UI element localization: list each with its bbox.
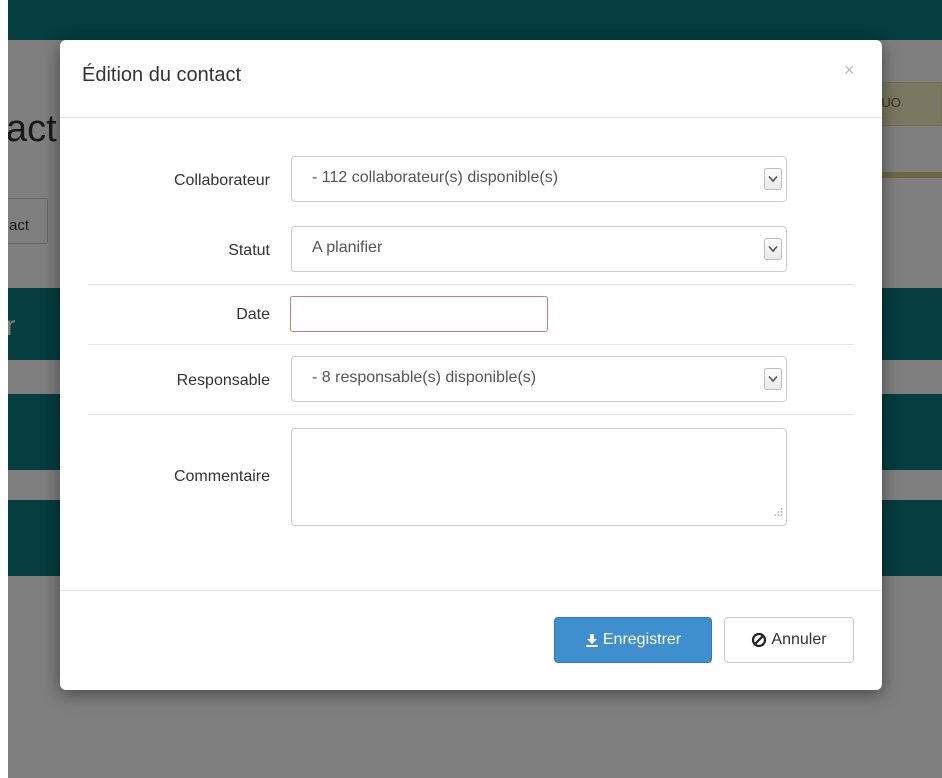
responsable-select[interactable]: - 8 responsable(s) disponible(s) bbox=[291, 356, 787, 402]
statut-selected-value: A planifier bbox=[312, 239, 383, 256]
save-button-label: Enregistrer bbox=[602, 631, 682, 648]
commentaire-textarea[interactable] bbox=[291, 428, 787, 526]
resize-handle-icon[interactable] bbox=[773, 504, 783, 522]
chevron-down-icon[interactable] bbox=[764, 238, 782, 260]
close-icon[interactable]: × bbox=[844, 60, 855, 81]
chevron-down-icon[interactable] bbox=[764, 368, 782, 390]
statut-label: Statut bbox=[228, 242, 270, 259]
form-divider bbox=[88, 414, 854, 415]
save-button[interactable]: Enregistrer bbox=[554, 617, 712, 663]
form-divider bbox=[88, 344, 854, 345]
modal-footer: Enregistrer Annuler bbox=[60, 590, 882, 690]
date-label: Date bbox=[236, 306, 270, 323]
collaborateur-selected-value: - 112 collaborateur(s) disponible(s) bbox=[312, 169, 559, 186]
responsable-label: Responsable bbox=[176, 372, 270, 389]
left-edge-strip bbox=[0, 0, 8, 778]
chevron-down-icon[interactable] bbox=[764, 168, 782, 190]
commentaire-label: Commentaire bbox=[173, 468, 270, 485]
download-icon bbox=[585, 633, 599, 647]
edit-contact-modal: Édition du contact × Collaborateur - 112… bbox=[60, 40, 882, 690]
cancel-button[interactable]: Annuler bbox=[724, 617, 854, 663]
ban-icon bbox=[751, 632, 767, 648]
collaborateur-label: Collaborateur bbox=[173, 172, 270, 189]
form-divider bbox=[88, 284, 854, 285]
page: act act rUO r Édition du contact × Colla… bbox=[0, 0, 942, 778]
cancel-button-label: Annuler bbox=[771, 631, 827, 648]
responsable-selected-value: - 8 responsable(s) disponible(s) bbox=[312, 369, 537, 386]
date-input[interactable] bbox=[290, 296, 548, 332]
collaborateur-select[interactable]: - 112 collaborateur(s) disponible(s) bbox=[291, 156, 787, 202]
statut-select[interactable]: A planifier bbox=[291, 226, 787, 272]
modal-title: Édition du contact bbox=[82, 64, 241, 86]
modal-header: Édition du contact × bbox=[60, 40, 882, 118]
